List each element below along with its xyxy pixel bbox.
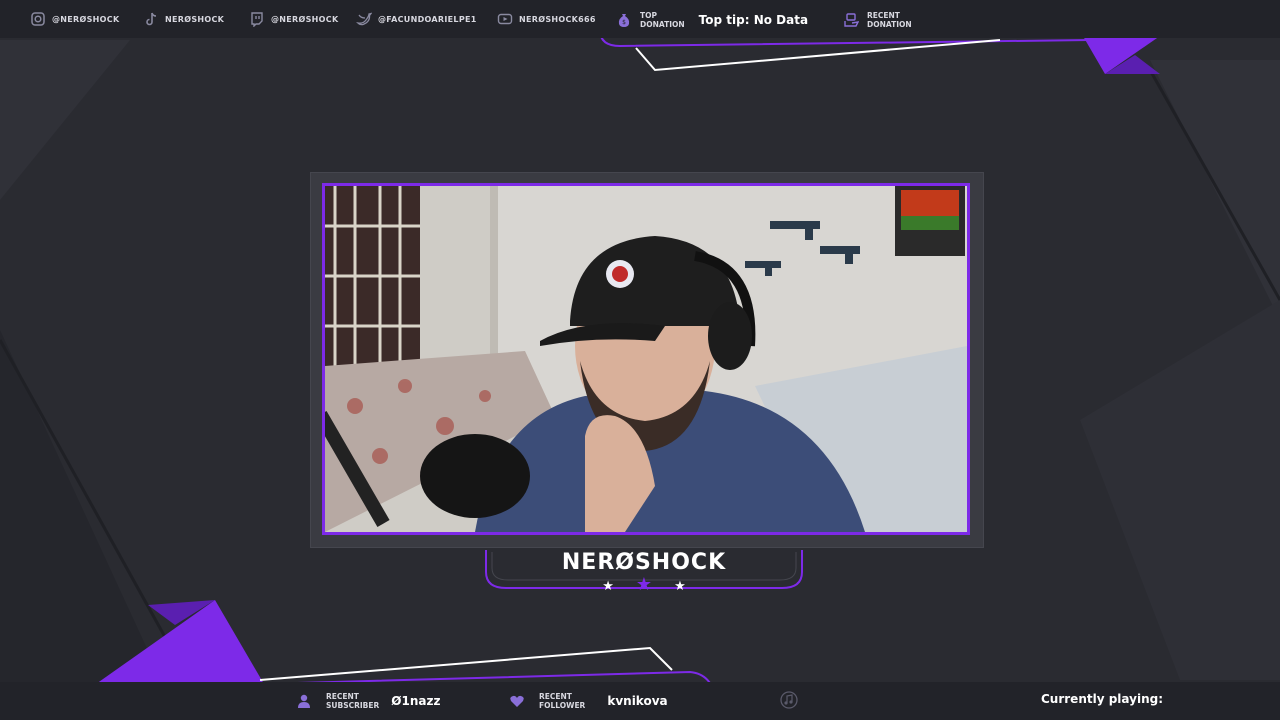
- recent-follower-label: RECENT FOLLOWER: [539, 692, 586, 710]
- social-tiktok[interactable]: NERØSHOCK: [143, 11, 224, 27]
- nameplate-stars: ★ ★ ★: [484, 574, 804, 595]
- music-note-icon: [780, 691, 798, 709]
- top-donation-value: Top tip: No Data: [698, 13, 809, 27]
- recent-donation-label: RECENT DONATION: [867, 11, 912, 29]
- star-icon: ★: [674, 579, 686, 594]
- user-icon: [298, 694, 310, 708]
- social-youtube[interactable]: NERØSHOCK666: [497, 11, 596, 27]
- money-bag-icon: $: [618, 14, 630, 27]
- top-donation-widget: $ TOP DONATION Top tip: No Data: [616, 11, 808, 29]
- recent-follower-value: kvnikova: [607, 694, 668, 708]
- money-hand-icon: [844, 13, 859, 27]
- tiktok-icon: [146, 12, 157, 26]
- recent-subscriber-label: RECENT SUBSCRIBER: [326, 692, 380, 710]
- heart-icon: [510, 695, 524, 707]
- instagram-icon: [31, 12, 45, 26]
- svg-text:$: $: [622, 19, 626, 26]
- social-handle: @NERØSHOCK: [52, 14, 120, 24]
- webcam-feed: [322, 183, 970, 535]
- recent-subscriber-widget: RECENT SUBSCRIBER Ø1nazz: [296, 692, 440, 710]
- social-twitch[interactable]: @NERØSHOCK: [249, 11, 338, 27]
- social-handle: @NERØSHOCK: [271, 14, 339, 24]
- webcam-image: [325, 186, 967, 532]
- recent-donation-widget: RECENT DONATION: [843, 11, 920, 29]
- social-handle: NERØSHOCK: [165, 14, 225, 24]
- social-handle: @FACUNDOARIELPE1: [378, 14, 477, 24]
- twitch-icon: [251, 12, 263, 27]
- recent-subscriber-value: Ø1nazz: [391, 694, 441, 708]
- youtube-icon: [497, 13, 513, 25]
- recent-follower-widget: RECENT FOLLOWER kvnikova: [509, 692, 668, 710]
- social-handle: NERØSHOCK666: [519, 14, 596, 24]
- twitter-icon: [356, 12, 372, 26]
- star-icon: ★: [602, 579, 614, 594]
- star-icon: ★: [635, 574, 653, 595]
- top-donation-label: TOP DONATION: [640, 11, 685, 29]
- streamer-nameplate: NERØSHOCK ★ ★ ★: [484, 548, 804, 595]
- streamer-name: NERØSHOCK: [561, 550, 727, 575]
- social-twitter[interactable]: @FACUNDOARIELPE1: [356, 11, 477, 27]
- social-instagram[interactable]: @NERØSHOCK: [30, 11, 119, 27]
- currently-playing-label: Currently playing:: [1041, 692, 1164, 706]
